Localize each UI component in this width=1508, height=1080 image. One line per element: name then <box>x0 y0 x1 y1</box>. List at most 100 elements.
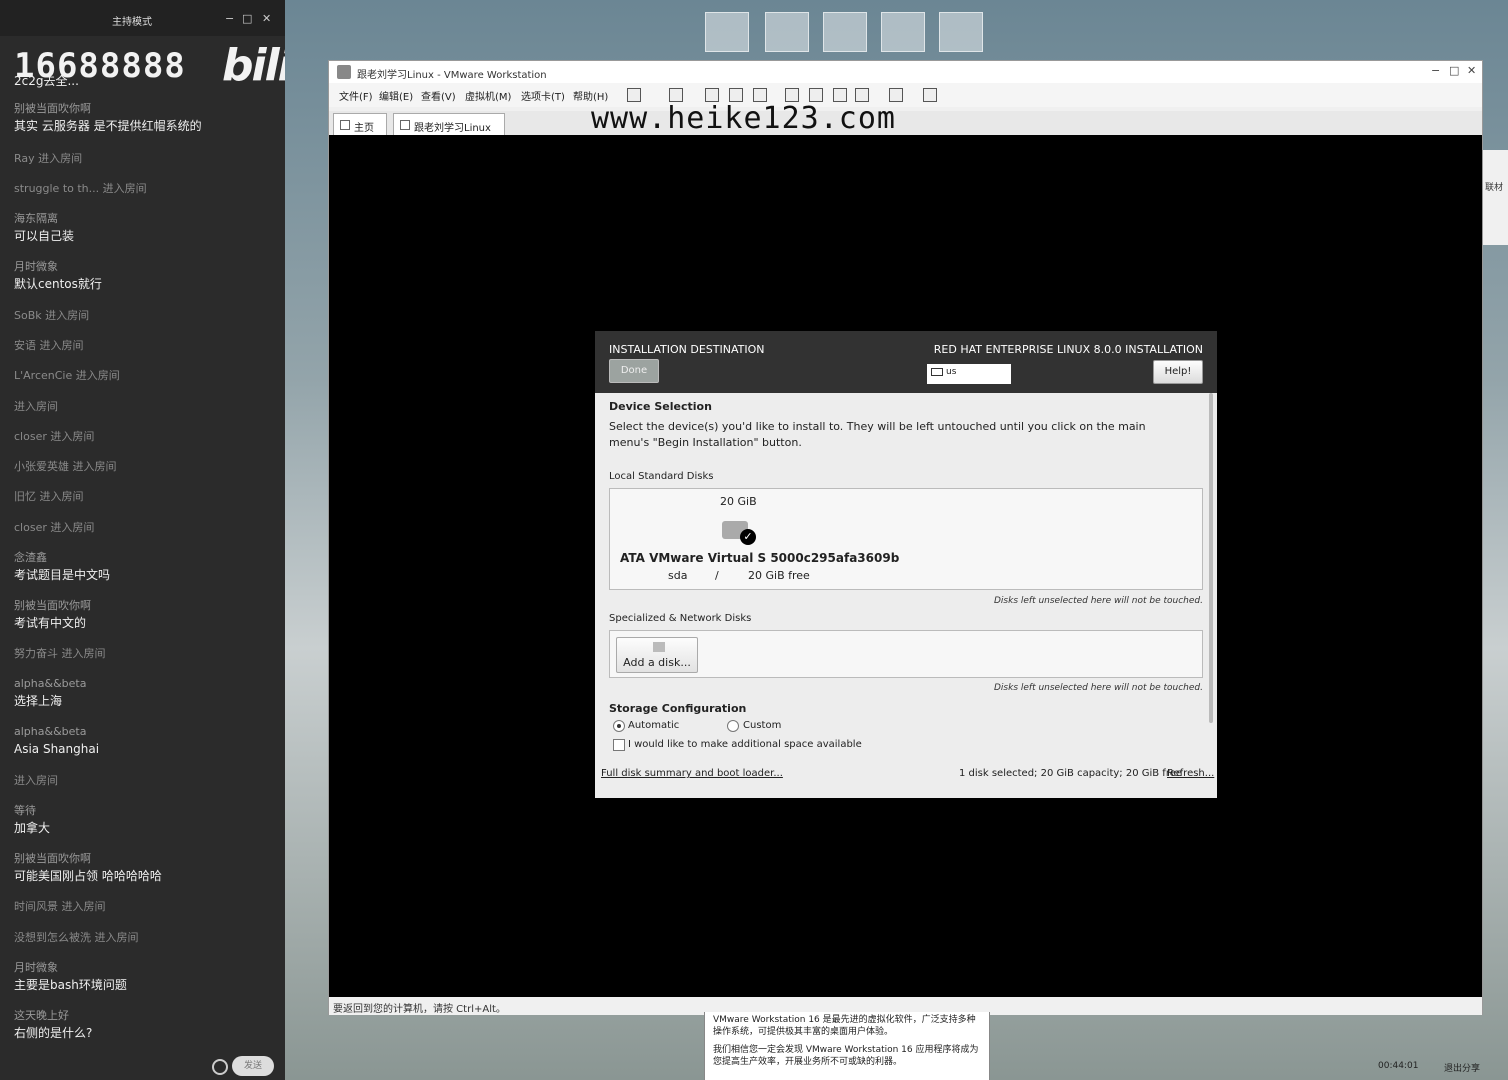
chat-username: 月时微象 <box>14 260 58 273</box>
chat-text: 右侧的是什么? <box>14 1026 93 1040</box>
chat-message: alpha&&beta Asia Shanghai <box>14 724 276 758</box>
chat-text: 选择上海 <box>14 694 63 708</box>
chat-username: 别被当面吹你啊 <box>14 852 91 865</box>
disk-device: sda <box>668 569 688 582</box>
unity-icon[interactable] <box>855 88 869 102</box>
product-title: RED HAT ENTERPRISE LINUX 8.0.0 INSTALLAT… <box>933 343 1203 356</box>
chat-username: 别被当面吹你啊 <box>14 102 91 115</box>
automatic-radio[interactable] <box>613 720 625 732</box>
host-mode-label[interactable]: 主持模式 <box>112 13 152 28</box>
home-icon <box>340 120 350 130</box>
watermark-text: www.heike123.com <box>591 101 896 136</box>
tab-home-label: 主页 <box>354 123 374 134</box>
add-disk-button[interactable]: Add a disk... <box>616 637 698 673</box>
desktop-shortcut-icon[interactable] <box>881 12 925 52</box>
chat-username: 旧忆 进入房间 <box>14 490 84 503</box>
add-disk-label: Add a disk... <box>623 656 691 669</box>
chat-message: 没想到怎么被洗 进入房间 <box>14 930 276 946</box>
share-timer: 00:44:01 <box>1378 1061 1419 1071</box>
custom-radio[interactable] <box>727 720 739 732</box>
snapshot-icon[interactable] <box>705 88 719 102</box>
tab-vm[interactable]: 跟老刘学习Linux <box>393 113 505 135</box>
chat-message: L'ArcenCie 进入房间 <box>14 368 276 384</box>
side-panel-label: 联材 <box>1485 183 1504 193</box>
desktop-shortcut-icon[interactable] <box>705 12 749 52</box>
tab-bar: 主页 跟老刘学习Linux <box>329 111 1482 135</box>
live-chat-panel: 主持模式 − □ ✕ 16688888 bilibili 2c2g去全...别被… <box>0 0 285 1080</box>
chat-username: Ray 进入房间 <box>14 152 83 165</box>
maximize-icon[interactable]: □ <box>1449 64 1459 77</box>
minimize-icon[interactable]: − <box>225 12 234 25</box>
pause-icon[interactable] <box>627 88 641 102</box>
chat-message: 别被当面吹你啊 可能美国刚占领 哈哈哈哈哈 <box>14 851 276 885</box>
automatic-label[interactable]: Automatic <box>628 720 679 731</box>
menu-bar: 文件(F) 编辑(E) 查看(V) 虚拟机(M) 选项卡(T) 帮助(H) <box>329 83 1482 107</box>
help-button[interactable]: Help! <box>1153 360 1203 384</box>
chat-message: struggle to th... 进入房间 <box>14 181 276 197</box>
chat-message: 海东隔离 可以自己装 <box>14 211 276 245</box>
chat-message: 别被当面吹你啊 考试有中文的 <box>14 598 276 632</box>
desktop-shortcut-icon[interactable] <box>765 12 809 52</box>
disk-selection-status: 1 disk selected; 20 GiB capacity; 20 GiB… <box>959 768 1183 779</box>
chat-username: 时间风景 进入房间 <box>14 900 106 913</box>
menu-edit[interactable]: 编辑(E) <box>379 88 413 103</box>
show-library-icon[interactable] <box>785 88 799 102</box>
desktop-shortcut-icon[interactable] <box>939 12 983 52</box>
side-panel-strip: 联材 <box>1483 150 1508 245</box>
chat-username: L'ArcenCie 进入房间 <box>14 369 120 382</box>
chat-username: alpha&&beta <box>14 677 87 690</box>
menu-view[interactable]: 查看(V) <box>421 88 456 103</box>
menu-file[interactable]: 文件(F) <box>339 88 373 103</box>
stretch-view-icon[interactable] <box>923 88 937 102</box>
close-icon[interactable]: ✕ <box>1467 64 1476 77</box>
chat-message: 别被当面吹你啊 其实 云服务器 是不提供红帽系统的 <box>14 101 276 135</box>
exit-share-button[interactable]: 退出分享 <box>1444 1061 1480 1074</box>
additional-space-checkbox[interactable] <box>613 739 625 751</box>
thumbnail-icon[interactable] <box>809 88 823 102</box>
desktop-shortcut-icon[interactable] <box>823 12 867 52</box>
minimize-icon[interactable]: − <box>1431 64 1440 77</box>
refresh-link[interactable]: Refresh... <box>1167 768 1214 779</box>
local-disks-title: Local Standard Disks <box>609 471 714 482</box>
menu-tabs[interactable]: 选项卡(T) <box>521 88 565 103</box>
window-title: 跟老刘学习Linux - VMware Workstation <box>357 70 547 81</box>
chat-text: 考试有中文的 <box>14 616 87 630</box>
menu-vm[interactable]: 虚拟机(M) <box>465 88 511 103</box>
vm-icon <box>400 120 410 130</box>
emoji-icon[interactable] <box>212 1059 228 1075</box>
send-ctrl-alt-del-icon[interactable] <box>669 88 683 102</box>
chat-message: 小张爱英雄 进入房间 <box>14 459 276 475</box>
chat-message: 月时微象 主要是bash环境问题 <box>14 960 276 994</box>
close-icon[interactable]: ✕ <box>262 12 271 25</box>
chat-text: 主要是bash环境问题 <box>14 978 127 992</box>
additional-space-label[interactable]: I would like to make additional space av… <box>628 739 862 750</box>
disk-size: 20 GiB <box>720 495 757 508</box>
maximize-icon[interactable]: □ <box>242 12 252 25</box>
disk-name[interactable]: ATA VMware Virtual S 5000c295afa3609b <box>620 551 899 565</box>
page-title: INSTALLATION DESTINATION <box>609 343 765 356</box>
revert-snapshot-icon[interactable] <box>729 88 743 102</box>
custom-label[interactable]: Custom <box>743 720 781 731</box>
done-button[interactable]: Done <box>609 359 659 383</box>
chat-message: 月时微象 默认centos就行 <box>14 259 276 293</box>
chat-username: 别被当面吹你啊 <box>14 599 91 612</box>
scrollbar[interactable] <box>1209 393 1213 723</box>
full-disk-summary-link[interactable]: Full disk summary and boot loader... <box>601 768 783 779</box>
chat-message: 等待 加拿大 <box>14 803 276 837</box>
console-icon[interactable] <box>889 88 903 102</box>
info-paragraph: 我们相信您一定会发现 VMware Workstation 16 应用程序将成为… <box>713 1045 979 1067</box>
tab-home[interactable]: 主页 <box>333 113 387 135</box>
send-button[interactable]: 发送 <box>232 1056 274 1076</box>
network-disks-title: Specialized & Network Disks <box>609 613 752 624</box>
installer-header: INSTALLATION DESTINATION RED HAT ENTERPR… <box>595 331 1217 393</box>
untouched-note-network: Disks left unselected here will not be t… <box>993 683 1203 693</box>
chat-username: 进入房间 <box>14 400 58 413</box>
disk-separator: / <box>715 569 719 582</box>
keyboard-layout-indicator[interactable]: us <box>927 364 1011 384</box>
chat-text: Asia Shanghai <box>14 742 100 756</box>
tab-vm-label: 跟老刘学习Linux <box>414 123 491 134</box>
full-screen-icon[interactable] <box>833 88 847 102</box>
installation-destination-dialog: INSTALLATION DESTINATION RED HAT ENTERPR… <box>595 331 1217 798</box>
snapshot-manager-icon[interactable] <box>753 88 767 102</box>
vm-screen[interactable]: INSTALLATION DESTINATION RED HAT ENTERPR… <box>329 135 1482 997</box>
